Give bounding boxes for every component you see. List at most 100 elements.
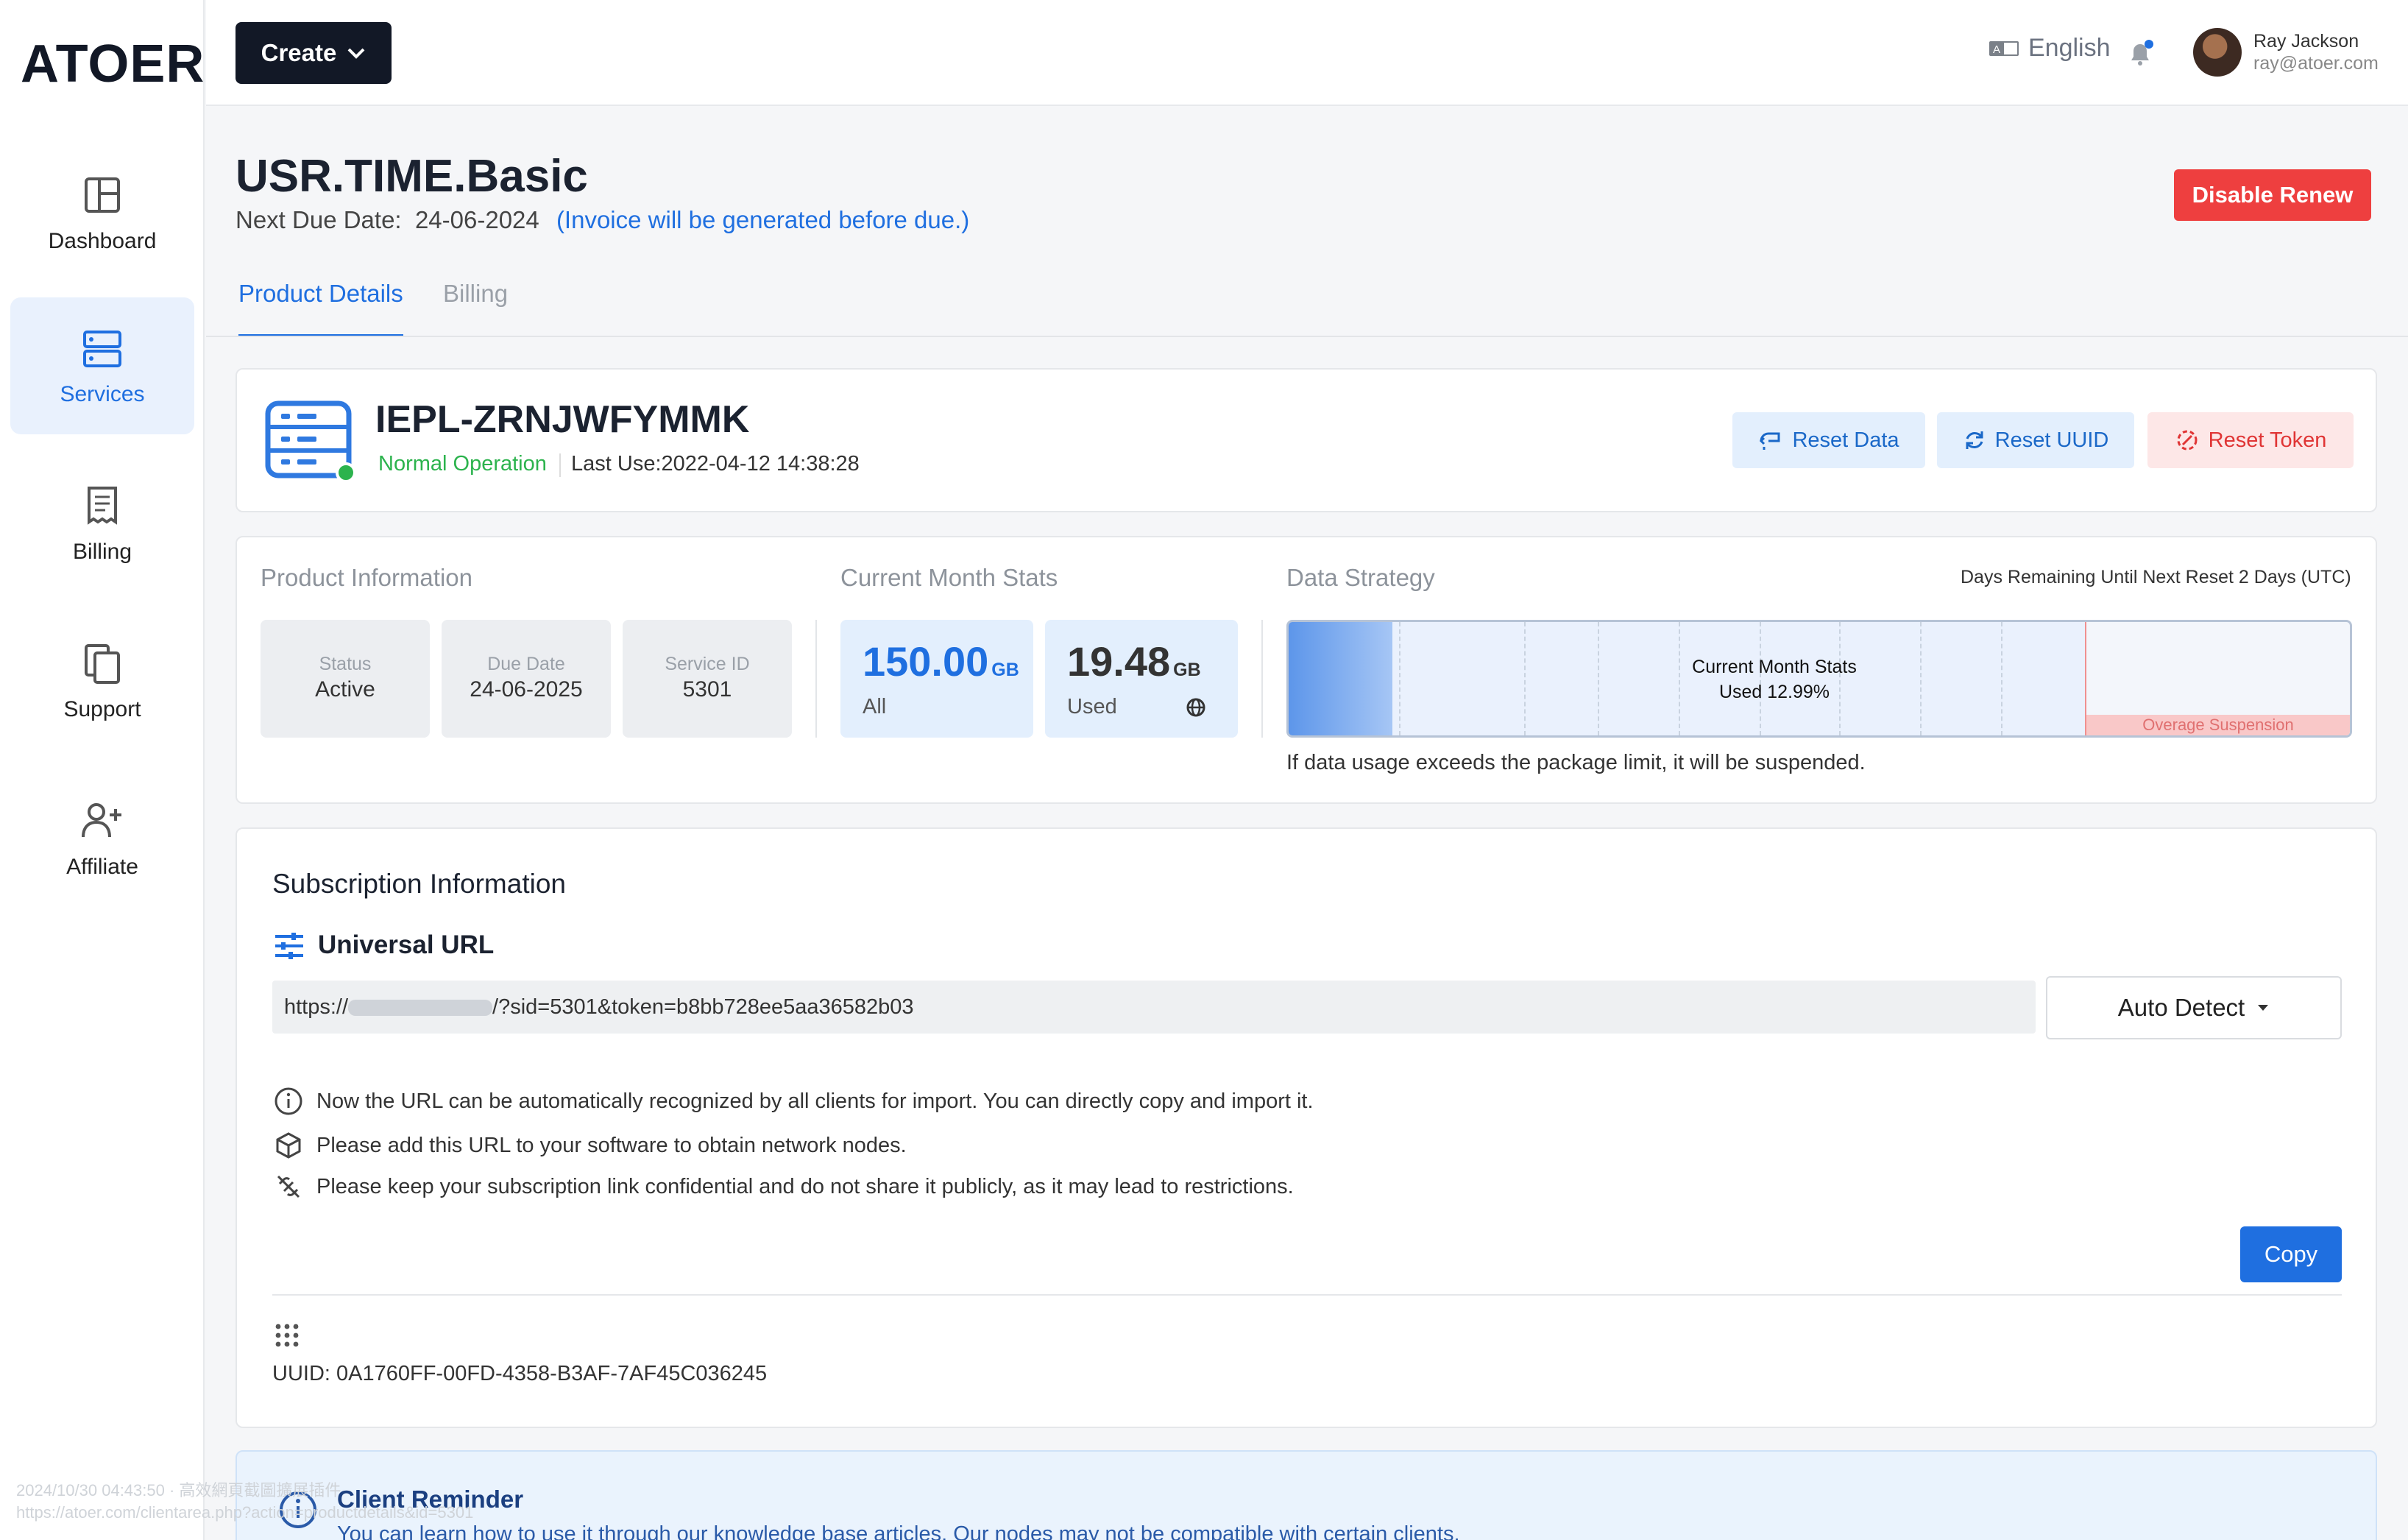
sidebar: ATOER Dashboard Services Billing Support… [0, 0, 205, 1540]
overage-label: Overage Suspension [2086, 715, 2350, 735]
subscription-url-field[interactable]: https:// /?sid=5301&token=b8bb728ee5aa365… [272, 981, 2036, 1034]
create-button[interactable]: Create [236, 22, 392, 84]
bar-gridline [1524, 622, 1526, 735]
bar-gridline [2001, 622, 2002, 735]
caret-down-icon [2258, 1005, 2269, 1011]
reset-data-label: Reset Data [1792, 428, 1899, 452]
status-box: Status Active [261, 620, 430, 738]
tip-text: Now the URL can be automatically recogni… [316, 1089, 1314, 1113]
sidebar-item-dashboard[interactable]: Dashboard [10, 144, 194, 281]
reset-data-button[interactable]: Reset Data [1732, 412, 1925, 468]
user-name: Ray Jackson [2253, 31, 2359, 52]
sidebar-item-label: Affiliate [66, 855, 138, 879]
support-icon [85, 644, 120, 684]
reset-data-icon [1760, 432, 1780, 450]
tip-auto-recognize: Now the URL can be automatically recogni… [274, 1087, 1314, 1116]
data-strategy-title: Data Strategy [1286, 564, 1435, 591]
bar-gridline [1399, 622, 1400, 735]
reset-token-label: Reset Token [2208, 428, 2327, 452]
sidebar-item-billing[interactable]: Billing [10, 455, 194, 592]
invoice-note: (Invoice will be generated before due.) [556, 206, 970, 233]
dashboard-icon [85, 177, 120, 213]
globe-icon [1186, 698, 1205, 717]
usage-bar-title: Current Month Stats [1692, 657, 1857, 677]
uuid-value: UUID: 0A1760FF-00FD-4358-B3AF-7AF45C0362… [272, 1362, 768, 1385]
reset-token-icon [2177, 430, 2198, 451]
tab-product-details[interactable]: Product Details [238, 280, 403, 337]
used-traffic-value: 19.48 GB [1067, 637, 1201, 685]
url-prefix: https:// [284, 995, 349, 1019]
due-label: Next Due Date: [236, 206, 402, 233]
avatar[interactable] [2193, 28, 2242, 77]
tip-text: Please keep your subscription link confi… [316, 1174, 1294, 1198]
sidebar-item-label: Billing [72, 540, 132, 564]
divider [272, 1294, 2342, 1296]
reset-uuid-label: Reset UUID [1994, 428, 2109, 452]
due-date-line: Next Due Date: 24-06-2024 (Invoice will … [236, 206, 969, 234]
url-suffix: /?sid=5301&token=b8bb728ee5aa36582b03 [492, 995, 914, 1019]
language-label: English [2028, 34, 2111, 62]
sidebar-item-services[interactable]: Services [10, 297, 194, 434]
language-switcher[interactable]: A English [1989, 34, 2111, 63]
screenshot-watermark: 2024/10/30 04:43:50 · 高效網頁截圖擴展插件 https:/… [16, 1480, 473, 1524]
svg-text:A: A [1993, 43, 2000, 56]
total-label: All [863, 695, 887, 718]
total-value: 150.00 [863, 638, 989, 685]
top-bar: Create A English Ray Jackson ray@atoer.c… [206, 0, 2408, 106]
usage-bar-caption: Current Month Stats Used 12.99% [1554, 654, 1995, 704]
total-traffic-value: 150.00 GB [863, 637, 1019, 685]
copy-button[interactable]: Copy [2240, 1226, 2342, 1282]
sliders-icon [275, 933, 303, 959]
usage-bar: Overage Suspension Current Month Stats U… [1286, 620, 2352, 738]
service-id-box: Service ID 5301 [623, 620, 792, 738]
redacted-domain [348, 1000, 493, 1017]
total-unit: GB [991, 660, 1019, 680]
reset-uuid-button[interactable]: Reset UUID [1937, 412, 2134, 468]
total-traffic-box: 150.00 GB All [840, 620, 1033, 738]
tabs-divider [206, 336, 2408, 337]
client-select-value: Auto Detect [2117, 994, 2245, 1021]
due-date-value: 24-06-2025 [470, 677, 583, 702]
used-unit: GB [1173, 660, 1201, 680]
used-traffic-box: 19.48 GB Used [1045, 620, 1238, 738]
watermark-line: https://atoer.com/clientarea.php?action=… [16, 1503, 474, 1522]
translate-icon: A [1989, 40, 2019, 56]
grid-dots-icon [275, 1324, 299, 1347]
watermark-line: 2024/10/30 04:43:50 · 高效網頁截圖擴展插件 [16, 1481, 341, 1500]
month-stats-title: Current Month Stats [840, 564, 1058, 591]
brand-logo[interactable]: ATOER [21, 34, 205, 94]
service-name: IEPL-ZRNJWFYMMK [375, 398, 750, 441]
disable-renew-button[interactable]: Disable Renew [2174, 169, 2371, 221]
due-date: 24-06-2024 [414, 206, 539, 233]
user-email: ray@atoer.com [2253, 53, 2379, 74]
sidebar-item-label: Services [60, 382, 145, 406]
sidebar-item-label: Dashboard [48, 229, 157, 253]
server-icon [83, 331, 121, 367]
refresh-icon [1966, 431, 1983, 449]
reset-token-button[interactable]: Reset Token [2147, 412, 2354, 468]
page-title: USR.TIME.Basic [236, 151, 588, 202]
service-id-value: 5301 [682, 677, 732, 702]
due-date-box: Due Date 24-06-2025 [442, 620, 611, 738]
universal-url-heading: Universal URL [318, 930, 495, 959]
unlink-icon [277, 1175, 300, 1198]
client-select-dropdown[interactable]: Auto Detect [2046, 976, 2342, 1039]
sidebar-item-affiliate[interactable]: Affiliate [10, 770, 194, 907]
tip-confidential: Please keep your subscription link confi… [274, 1172, 1294, 1201]
service-server-icon [265, 400, 356, 483]
info-icon [275, 1087, 302, 1115]
used-label: Used [1067, 695, 1117, 718]
last-use: Last Use:2022-04-12 14:38:28 [571, 452, 860, 476]
add-user-icon [82, 803, 121, 838]
tab-billing[interactable]: Billing [443, 280, 508, 308]
sidebar-item-support[interactable]: Support [10, 612, 194, 749]
chevron-down-icon [347, 48, 365, 59]
product-info-title: Product Information [261, 564, 472, 591]
service-status: Normal Operation [378, 452, 547, 476]
bell-icon[interactable] [2125, 38, 2155, 68]
due-date-key: Due Date [487, 654, 565, 674]
subscription-card [236, 827, 2377, 1428]
service-id-key: Service ID [665, 654, 750, 674]
tip-text: Please add this URL to your software to … [316, 1133, 907, 1157]
usage-bar-percent: Used 12.99% [1718, 682, 1830, 702]
